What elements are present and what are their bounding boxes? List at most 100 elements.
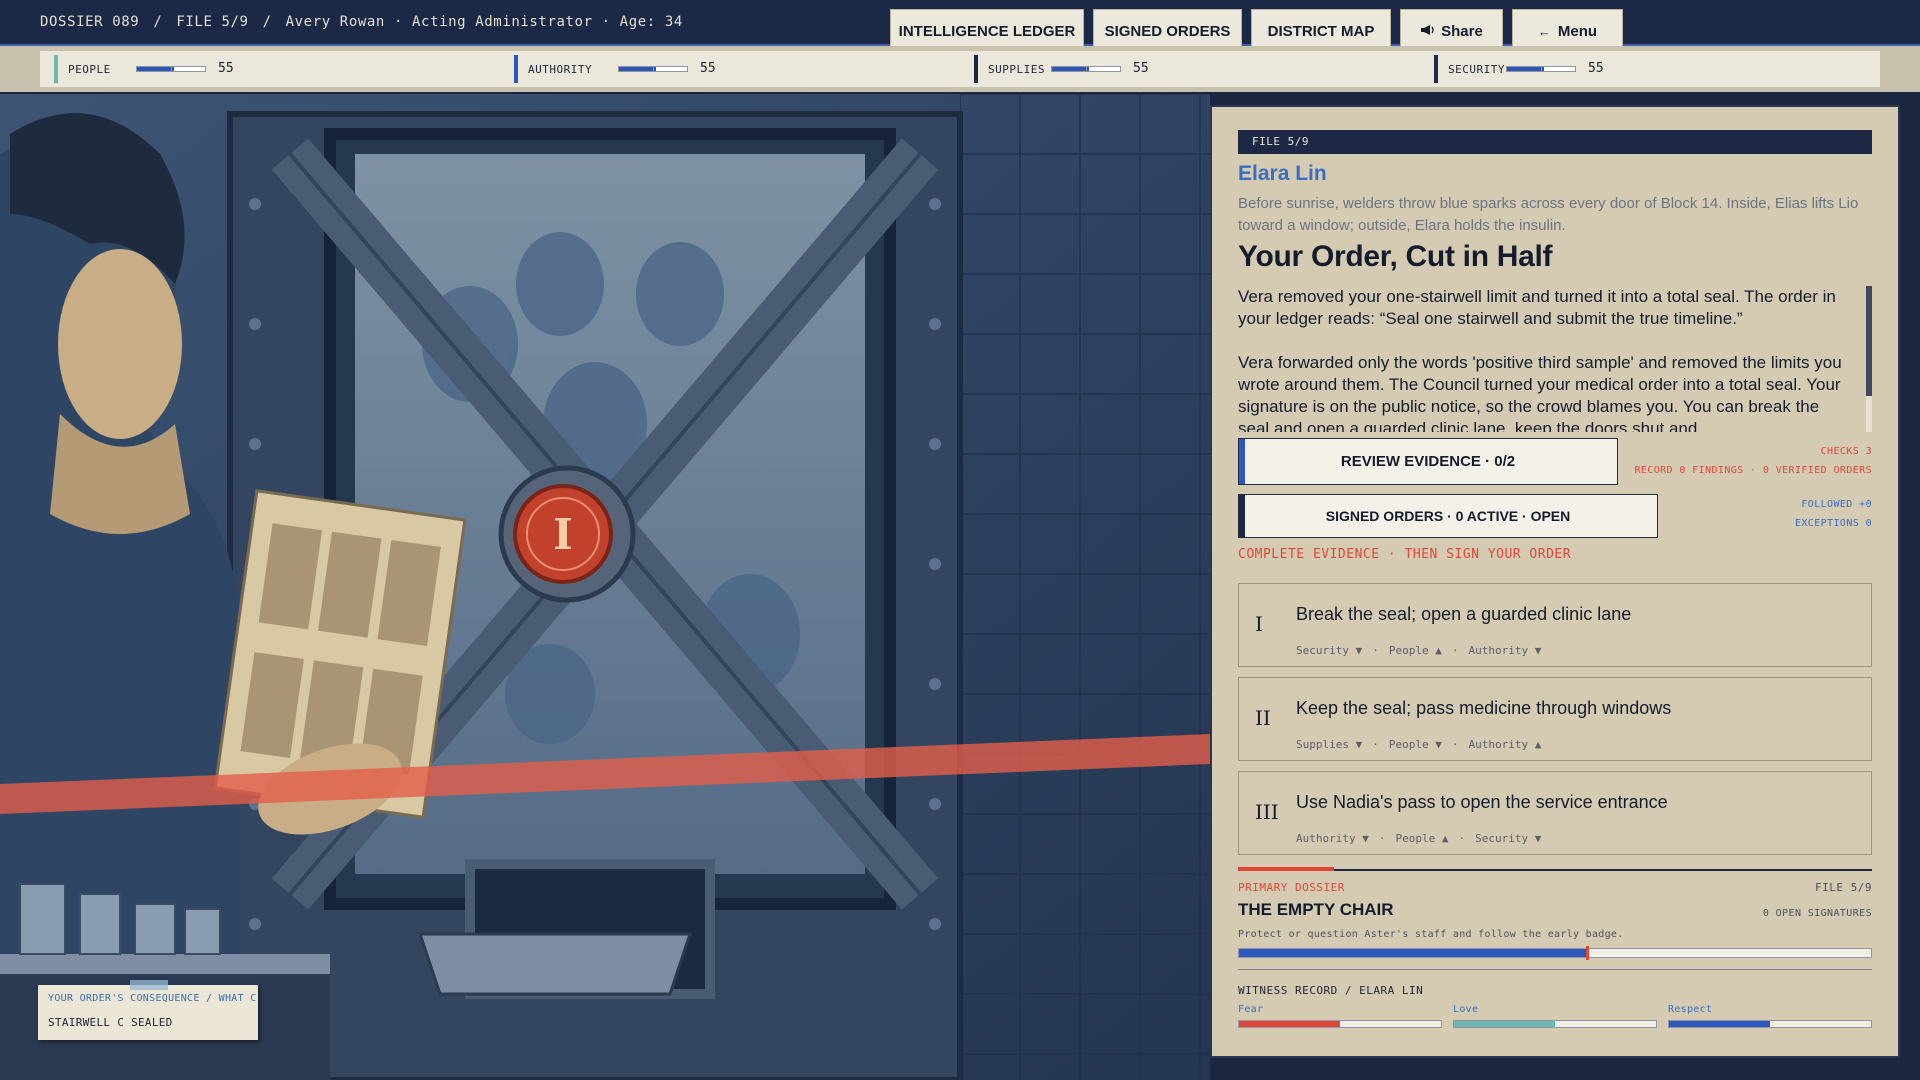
signed-orders-open-button[interactable]: SIGNED ORDERS · 0 ACTIVE · OPEN <box>1238 494 1658 538</box>
menu-label: Menu <box>1557 22 1598 40</box>
record-summary: RECORD 0 FINDINGS · 0 VERIFIED ORDERS <box>1634 465 1872 476</box>
share-label: Share <box>1441 22 1483 40</box>
stat-authority: AUTHORITY 55 <box>500 51 960 87</box>
choice-numeral: II <box>1255 706 1271 730</box>
stat-accent <box>54 55 58 83</box>
witness-bar-fill <box>1669 1021 1770 1027</box>
witness-love: Love <box>1453 1004 1657 1028</box>
effect-security: Security ▼ <box>1475 832 1542 845</box>
story-title: Your Order, Cut in Half <box>1238 240 1553 273</box>
stat-value: 55 <box>1588 61 1604 76</box>
witness-bar-track <box>1238 1020 1442 1028</box>
stat-meter-tick <box>653 66 654 72</box>
exceptions-count: EXCEPTIONS 0 <box>1794 518 1872 529</box>
choice-numeral: III <box>1255 800 1279 824</box>
choice-option-2[interactable]: II Keep the seal; pass medicine through … <box>1238 677 1872 761</box>
stat-meter <box>1506 66 1576 72</box>
effect-authority: Authority ▲ <box>1468 738 1542 751</box>
signed-orders-open-label: SIGNED ORDERS · 0 ACTIVE · OPEN <box>1325 508 1571 524</box>
stat-label: SECURITY <box>1448 63 1505 76</box>
dossier-progress-marker <box>1585 946 1589 960</box>
stat-security: SECURITY 55 <box>1420 51 1880 87</box>
effect-separator: · <box>1451 738 1459 751</box>
effect-security: Security ▼ <box>1296 644 1363 657</box>
choice-effects: Authority ▼ · People ▲ · Security ▼ <box>1296 832 1541 845</box>
story-body[interactable]: Vera removed your one-stairwell limit an… <box>1238 286 1854 432</box>
arrow-left-icon: ← <box>1537 23 1551 39</box>
choice-text: Use Nadia's pass to open the service ent… <box>1296 792 1668 812</box>
dossier-progress-fill <box>1239 949 1587 957</box>
story-paragraph: Vera removed your one-stairwell limit an… <box>1238 287 1836 328</box>
file-header: FILE 5/9 <box>1238 130 1872 154</box>
review-evidence-button[interactable]: REVIEW EVIDENCE · 0/2 <box>1238 438 1618 485</box>
witness-bar-track <box>1453 1020 1657 1028</box>
effect-separator: · <box>1451 644 1459 657</box>
stat-label: PEOPLE <box>68 63 111 76</box>
choice-effects: Security ▼ · People ▲ · Authority ▼ <box>1296 644 1541 657</box>
breadcrumb-player: Avery Rowan · Acting Administrator · Age… <box>285 14 683 30</box>
stat-meter-tick <box>171 66 172 72</box>
stat-meter-fill <box>137 67 175 71</box>
witness-bar-fill <box>1454 1021 1555 1027</box>
intelligence-ledger-label: INTELLIGENCE LEDGER <box>898 22 1076 40</box>
story-scrollbar[interactable] <box>1866 286 1872 432</box>
stat-meter-tick <box>1541 66 1542 72</box>
stat-value: 55 <box>700 61 716 76</box>
effect-separator: · <box>1372 738 1379 751</box>
effect-separator: · <box>1458 832 1466 845</box>
seal-numeral: I <box>553 510 573 559</box>
choice-numeral: I <box>1255 612 1263 636</box>
story-intro: Before sunrise, welders throw blue spark… <box>1238 195 1859 234</box>
choice-option-1[interactable]: I Break the seal; open a guarded clinic … <box>1238 583 1872 667</box>
breadcrumb: DOSSIER 089 / FILE 5/9 / Avery Rowan · Actin… <box>40 14 683 30</box>
story-paragraph: Vera forwarded only the words 'positive … <box>1238 353 1842 432</box>
stat-meter <box>1051 66 1121 72</box>
choice-text: Break the seal; open a guarded clinic la… <box>1296 604 1632 624</box>
button-accent <box>1239 439 1245 484</box>
dossier-accent <box>1238 867 1334 871</box>
effect-authority: Authority ▼ <box>1468 644 1542 657</box>
effect-people: People ▲ <box>1395 832 1449 845</box>
choice-option-3[interactable]: III Use Nadia's pass to open the service… <box>1238 771 1872 855</box>
stamp-status: STAIRWELL C SEALED <box>48 1016 173 1029</box>
effect-people: People ▼ <box>1388 738 1442 751</box>
character-name: Elara Lin <box>1238 162 1327 185</box>
witness-bar-fill <box>1239 1021 1340 1027</box>
breadcrumb-separator: / <box>153 14 163 30</box>
witness-record-label: WITNESS RECORD / ELARA LIN <box>1238 984 1424 997</box>
open-signatures: 0 OPEN SIGNATURES <box>1762 908 1872 919</box>
stat-supplies: SUPPLIES 55 <box>960 51 1420 87</box>
dossier-progress-bar <box>1238 946 1872 960</box>
choice-text: Keep the seal; pass medicine through win… <box>1296 698 1672 718</box>
stat-meter-tick <box>1086 66 1087 72</box>
checks-count: CHECKS 3 <box>1820 446 1872 457</box>
stat-label: AUTHORITY <box>528 63 593 76</box>
stamp-heading: YOUR ORDER'S CONSEQUENCE / WHAT C <box>48 993 257 1004</box>
primary-dossier-label: PRIMARY DOSSIER <box>1238 881 1345 894</box>
scene-illustration: I YOUR ORDER'S CONSEQUENCE / WHAT C STAI <box>0 94 1210 1080</box>
top-bar: DOSSIER 089 / FILE 5/9 / Avery Rowan · Actin… <box>0 0 1920 53</box>
stat-label: SUPPLIES <box>988 63 1045 76</box>
signed-orders-label: SIGNED ORDERS <box>1104 22 1231 40</box>
witness-respect: Respect <box>1668 1004 1872 1028</box>
primary-dossier-file: FILE 5/9 <box>1815 881 1872 894</box>
stat-value: 55 <box>218 61 234 76</box>
primary-dossier-title: THE EMPTY CHAIR <box>1238 900 1394 919</box>
effect-separator: · <box>1378 832 1386 845</box>
witness-bar-track <box>1668 1020 1872 1028</box>
instruction-hint: COMPLETE EVIDENCE · THEN SIGN YOUR ORDER <box>1238 547 1572 562</box>
witness-bar-label: Love <box>1453 1004 1479 1015</box>
stat-meter-fill <box>619 67 657 71</box>
case-panel: FILE 5/9 Elara Lin Before sunrise, welde… <box>1210 105 1900 1058</box>
breadcrumb-separator: / <box>262 14 272 30</box>
stat-meter <box>136 66 206 72</box>
effect-supplies: Supplies ▼ <box>1296 738 1363 751</box>
tape-strip <box>130 980 168 990</box>
divider <box>1238 969 1872 970</box>
witness-bar-label: Fear <box>1238 1004 1264 1015</box>
effect-authority: Authority ▼ <box>1296 832 1369 845</box>
breadcrumb-dossier: DOSSIER 089 <box>40 14 140 30</box>
stat-accent <box>974 55 978 83</box>
stats-bar: PEOPLE 55 AUTHORITY 55 SUPPLIES 55 SECURITY 55 <box>0 46 1920 92</box>
scrollbar-thumb[interactable] <box>1866 286 1872 396</box>
